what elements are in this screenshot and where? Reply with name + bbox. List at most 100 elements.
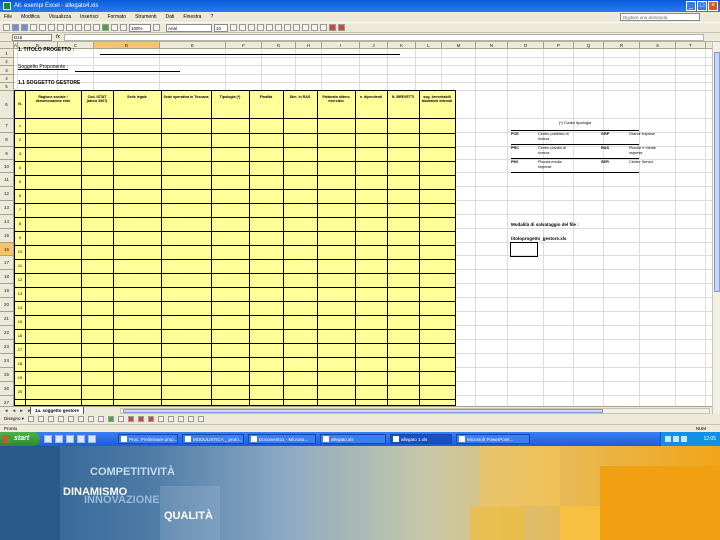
column-header[interactable]: M [442,42,476,49]
3d-icon[interactable] [198,416,205,422]
select-objects-icon[interactable] [28,416,35,422]
align-right-icon[interactable] [275,24,282,31]
row-header[interactable]: 24 [0,354,14,368]
column-header[interactable]: K [388,42,416,49]
bold-icon[interactable] [230,24,237,31]
zoom-combo[interactable]: 100% [129,23,151,32]
column-header[interactable]: D [94,42,160,49]
task-button-2[interactable]: MODULISTICA _ proto... [182,434,244,444]
borders-icon[interactable] [320,24,327,31]
row-header[interactable]: 18 [0,270,14,284]
row-header[interactable]: 25 [0,368,14,382]
table-row[interactable] [15,371,455,372]
active-cell[interactable] [510,242,538,257]
column-header[interactable]: E [160,42,226,49]
menu-data[interactable]: Dati [165,12,174,22]
column-header[interactable]: N [476,42,508,49]
preview-icon[interactable] [39,24,46,31]
row-header[interactable]: 4 [0,75,14,83]
column-header[interactable]: H [296,42,322,49]
row-header[interactable]: 15 [0,229,14,243]
menu-insert[interactable]: Inserisci [80,12,98,22]
vertical-scrollbar[interactable] [712,42,720,414]
redo-icon[interactable] [93,24,100,31]
line-icon[interactable] [48,416,55,422]
chart-icon[interactable] [120,24,127,31]
column-header[interactable]: Q [574,42,604,49]
explorer-icon[interactable] [88,435,96,443]
maximize-button[interactable]: □ [697,1,707,11]
menu-tools[interactable]: Strumenti [135,12,156,22]
row-header[interactable]: 9 [0,147,14,160]
arrow-icon[interactable] [58,416,65,422]
align-left-icon[interactable] [257,24,264,31]
font-size-combo[interactable]: 10 [214,23,228,32]
table-row[interactable] [15,357,455,358]
wordart-icon[interactable] [98,416,105,422]
desktop-icon[interactable] [66,435,74,443]
column-header[interactable]: T [676,42,706,49]
minimize-button[interactable]: _ [686,1,696,11]
draw-fill-icon[interactable] [128,416,135,422]
column-header[interactable]: J [360,42,388,49]
table-row[interactable] [15,273,455,274]
task-button-4[interactable]: allegato.xls [320,434,386,444]
arrow-style-icon[interactable] [178,416,185,422]
table-row[interactable] [15,315,455,316]
row-header[interactable]: 20 [0,298,14,312]
row-header[interactable]: 12 [0,187,14,201]
task-button-3[interactable]: Documento1 - Microso... [248,434,316,444]
formula-input[interactable] [64,34,704,41]
vertical-scroll-thumb[interactable] [714,52,720,292]
indent-icon[interactable] [311,24,318,31]
clipart-icon[interactable] [108,416,115,422]
row-header[interactable]: 3 [0,66,14,75]
menu-file[interactable]: File [4,12,12,22]
row-header[interactable]: 14 [0,215,14,229]
copy-icon[interactable] [66,24,73,31]
table-row[interactable] [15,217,455,218]
worksheet-grid[interactable]: ABCDEFGHIJKLMNOPQRSTU 123456789101112131… [0,42,712,406]
column-header[interactable]: S [640,42,676,49]
row-header[interactable]: 13 [0,201,14,215]
currency-icon[interactable] [293,24,300,31]
open-icon[interactable] [12,24,19,31]
column-header[interactable]: G [262,42,296,49]
new-icon[interactable] [3,24,10,31]
column-header[interactable]: R [604,42,640,49]
row-header[interactable]: 22 [0,326,14,340]
menu-edit[interactable]: Modifica [21,12,40,22]
row-header[interactable]: 17 [0,256,14,270]
column-header[interactable]: O [508,42,544,49]
row-header[interactable]: 8 [0,133,14,147]
table-row[interactable] [15,343,455,344]
row-header[interactable]: 11 [0,173,14,187]
oval-icon[interactable] [78,416,85,422]
merge-icon[interactable] [284,24,291,31]
table-row[interactable] [15,259,455,260]
table-row[interactable] [15,301,455,302]
underline-icon[interactable] [248,24,255,31]
table-row[interactable] [15,175,455,176]
autoshapes-icon[interactable] [38,416,45,422]
mail-icon[interactable] [55,435,63,443]
column-header[interactable]: I [322,42,360,49]
autosum-icon[interactable] [102,24,109,31]
italic-icon[interactable] [239,24,246,31]
table-row[interactable] [15,133,455,134]
line-style-icon[interactable] [158,416,165,422]
menu-format[interactable]: Formato [107,12,126,22]
task-button-1[interactable]: Proc. Preliminare prop... [118,434,178,444]
paste-icon[interactable] [75,24,82,31]
column-header[interactable]: F [226,42,262,49]
draw-menu[interactable]: Disegno ▾ [4,414,24,424]
row-header[interactable]: 10 [0,160,14,173]
table-row[interactable] [15,287,455,288]
start-button[interactable]: start [0,432,40,446]
menu-window[interactable]: Finestra [183,12,201,22]
fx-icon[interactable]: fx [56,33,60,42]
align-center-icon[interactable] [266,24,273,31]
table-row[interactable] [15,203,455,204]
row-header[interactable]: 26 [0,382,14,396]
table-row[interactable] [15,385,455,386]
